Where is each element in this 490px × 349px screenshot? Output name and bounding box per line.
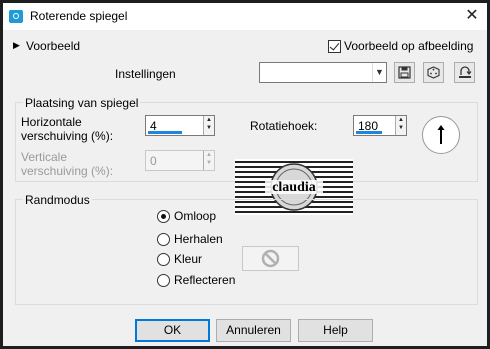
- horizontal-offset-spinner[interactable]: 4 ▲ ▼: [145, 115, 215, 136]
- preview-expand-toggle[interactable]: ▶ Voorbeeld: [13, 39, 103, 55]
- chevron-down-icon: ▼: [372, 63, 386, 82]
- radio-omloop[interactable]: [157, 210, 170, 223]
- horizontal-offset-bar: [148, 131, 182, 134]
- radio-reflecteren-label: Reflecteren: [174, 273, 236, 287]
- preview-thumbnail-text: claudia: [272, 180, 316, 195]
- preview-on-image-label: Voorbeeld op afbeelding: [344, 39, 474, 53]
- radio-kleur-label: Kleur: [174, 252, 203, 266]
- rotation-angle-bar: [356, 131, 382, 134]
- save-preset-button[interactable]: [394, 62, 415, 83]
- rotation-dial[interactable]: [422, 116, 460, 154]
- floppy-disk-icon: [398, 66, 411, 79]
- rotation-angle-spinner[interactable]: 180 ▲ ▼: [353, 115, 407, 136]
- horizontal-offset-label-1: Horizontale: [21, 115, 82, 129]
- chevron-right-icon: ▶: [13, 40, 20, 50]
- radio-reflecteren[interactable]: [157, 274, 170, 287]
- title-bar: Roterende spiegel ✕: [3, 3, 487, 30]
- radio-omloop-label: Omloop: [174, 209, 217, 223]
- ok-button[interactable]: OK: [135, 319, 210, 342]
- vertical-offset-spinner[interactable]: 0 ▲ ▼: [145, 150, 215, 171]
- mirror-placement-title: Plaatsing van spiegel: [23, 96, 141, 110]
- rotation-angle-label: Rotatiehoek:: [250, 119, 318, 133]
- radio-kleur[interactable]: [157, 253, 170, 266]
- vertical-offset-label-1: Verticale: [21, 150, 68, 164]
- app-icon: [9, 10, 23, 23]
- up-down-arrows-icon[interactable]: ▲ ▼: [203, 151, 214, 170]
- radio-herhalen[interactable]: [157, 233, 170, 246]
- up-down-arrows-icon[interactable]: ▲ ▼: [395, 116, 406, 135]
- horizontal-offset-label-2: verschuiving (%):: [21, 129, 114, 143]
- reset-button[interactable]: [454, 62, 475, 83]
- color-swatch[interactable]: [242, 246, 299, 271]
- edge-mode-title: Randmodus: [23, 193, 92, 207]
- radio-herhalen-label: Herhalen: [174, 232, 223, 246]
- randomize-button[interactable]: [423, 62, 444, 83]
- reset-icon: [458, 66, 471, 78]
- vertical-offset-value: 0: [150, 154, 157, 168]
- cancel-button[interactable]: Annuleren: [216, 319, 291, 342]
- dialog-window: Roterende spiegel ✕ ▶ Voorbeeld Voorbeel…: [0, 0, 490, 349]
- dice-icon: [427, 66, 440, 79]
- preview-on-image-checkbox[interactable]: [328, 40, 341, 53]
- preview-toggle-label: Voorbeeld: [26, 39, 81, 53]
- close-button[interactable]: ✕: [461, 6, 483, 26]
- vertical-offset-label-2: verschuiving (%):: [21, 164, 114, 178]
- window-title: Roterende spiegel: [30, 9, 128, 23]
- settings-label: Instellingen: [115, 67, 176, 81]
- help-button[interactable]: Help: [298, 319, 373, 342]
- settings-combobox[interactable]: ▼: [259, 62, 387, 83]
- arrow-up-icon: [437, 125, 445, 144]
- up-down-arrows-icon[interactable]: ▲ ▼: [203, 116, 214, 135]
- no-color-icon: [261, 249, 280, 268]
